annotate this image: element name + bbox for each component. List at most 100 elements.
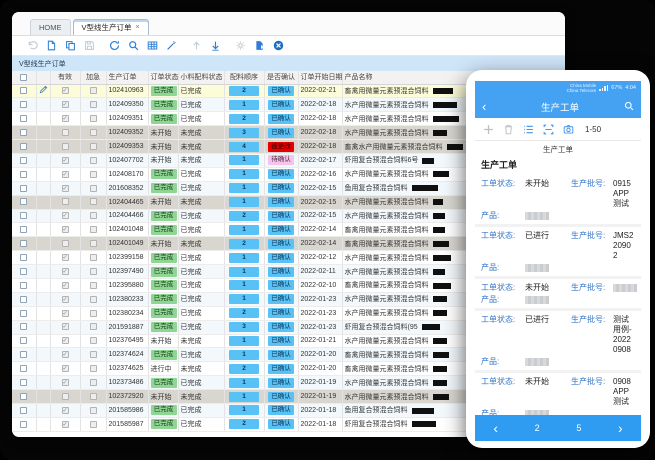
urgent-checkbox[interactable] <box>90 268 97 275</box>
save-icon[interactable] <box>83 40 95 52</box>
urgent-checkbox[interactable] <box>90 351 97 358</box>
col-valid[interactable]: 有效 <box>50 71 80 84</box>
valid-checkbox[interactable] <box>62 157 69 164</box>
row-checkbox[interactable] <box>20 393 27 400</box>
row-checkbox[interactable] <box>20 143 27 150</box>
valid-checkbox[interactable] <box>62 87 69 94</box>
valid-checkbox[interactable] <box>62 337 69 344</box>
arrow-up-icon[interactable] <box>190 40 202 52</box>
row-checkbox[interactable] <box>20 101 27 108</box>
urgent-checkbox[interactable] <box>90 115 97 122</box>
row-checkbox[interactable] <box>20 240 27 247</box>
list-item[interactable]: 工单状态:已进行生产批号:测试用例-20220908产品: <box>475 308 641 370</box>
valid-checkbox[interactable] <box>62 296 69 303</box>
camera-icon[interactable] <box>563 124 574 135</box>
urgent-checkbox[interactable] <box>90 101 97 108</box>
col-status[interactable]: 订单状态 <box>148 71 178 84</box>
arrow-down-icon[interactable] <box>209 40 221 52</box>
urgent-checkbox[interactable] <box>90 323 97 330</box>
urgent-checkbox[interactable] <box>90 171 97 178</box>
col-urgent[interactable]: 加急 <box>80 71 106 84</box>
list-icon[interactable] <box>523 124 534 135</box>
table-grid-icon[interactable] <box>146 40 158 52</box>
valid-checkbox[interactable] <box>62 365 69 372</box>
tab-production-orders[interactable]: V型线生产订单 × <box>73 19 149 35</box>
valid-checkbox[interactable] <box>62 421 69 428</box>
urgent-checkbox[interactable] <box>90 87 97 94</box>
valid-checkbox[interactable] <box>62 240 69 247</box>
urgent-checkbox[interactable] <box>90 143 97 150</box>
urgent-checkbox[interactable] <box>90 296 97 303</box>
row-checkbox[interactable] <box>20 226 27 233</box>
row-checkbox[interactable] <box>20 185 27 192</box>
row-checkbox[interactable] <box>20 212 27 219</box>
valid-checkbox[interactable] <box>62 323 69 330</box>
valid-checkbox[interactable] <box>62 129 69 136</box>
row-checkbox[interactable] <box>20 379 27 386</box>
col-material[interactable]: 小料配料状态 <box>178 71 224 84</box>
urgent-checkbox[interactable] <box>90 185 97 192</box>
row-checkbox[interactable] <box>20 129 27 136</box>
urgent-checkbox[interactable] <box>90 157 97 164</box>
urgent-checkbox[interactable] <box>90 254 97 261</box>
urgent-checkbox[interactable] <box>90 282 97 289</box>
urgent-checkbox[interactable] <box>90 212 97 219</box>
row-checkbox[interactable] <box>20 421 27 428</box>
urgent-checkbox[interactable] <box>90 310 97 317</box>
col-order[interactable]: 生产订单 <box>106 71 148 84</box>
select-all-checkbox[interactable] <box>20 74 27 81</box>
valid-checkbox[interactable] <box>62 351 69 358</box>
edit-row-icon[interactable] <box>39 89 48 96</box>
export-document-icon[interactable] <box>253 40 265 52</box>
valid-checkbox[interactable] <box>62 268 69 275</box>
valid-checkbox[interactable] <box>62 393 69 400</box>
undo-icon[interactable] <box>26 40 38 52</box>
urgent-checkbox[interactable] <box>90 129 97 136</box>
gear-icon[interactable] <box>234 40 246 52</box>
search-icon[interactable] <box>127 40 139 52</box>
row-checkbox[interactable] <box>20 268 27 275</box>
urgent-checkbox[interactable] <box>90 240 97 247</box>
row-checkbox[interactable] <box>20 282 27 289</box>
row-checkbox[interactable] <box>20 115 27 122</box>
row-checkbox[interactable] <box>20 198 27 205</box>
trash-icon[interactable] <box>503 124 514 135</box>
plus-icon[interactable] <box>483 124 494 135</box>
valid-checkbox[interactable] <box>62 212 69 219</box>
valid-checkbox[interactable] <box>62 254 69 261</box>
urgent-checkbox[interactable] <box>90 226 97 233</box>
valid-checkbox[interactable] <box>62 379 69 386</box>
tab-home[interactable]: HOME <box>30 19 71 35</box>
col-seq[interactable]: 配料顺序 <box>224 71 264 84</box>
urgent-checkbox[interactable] <box>90 365 97 372</box>
row-checkbox[interactable] <box>20 365 27 372</box>
col-confirm[interactable]: 是否确认 <box>264 71 298 84</box>
new-document-icon[interactable] <box>45 40 57 52</box>
tab-close-icon[interactable]: × <box>136 24 140 31</box>
list-item[interactable]: 工单状态:已进行生产批号:JMS220902产品: <box>475 224 641 276</box>
valid-checkbox[interactable] <box>62 171 69 178</box>
magic-wand-icon[interactable] <box>165 40 177 52</box>
col-date[interactable]: 订单开始日期 <box>298 71 342 84</box>
list-item[interactable]: 工单状态:未开始生产批号:0915APP测试产品: <box>475 175 641 224</box>
urgent-checkbox[interactable] <box>90 379 97 386</box>
urgent-checkbox[interactable] <box>90 337 97 344</box>
urgent-checkbox[interactable] <box>90 393 97 400</box>
prev-page-icon[interactable]: ‹ <box>493 421 498 435</box>
scan-icon[interactable] <box>543 124 554 135</box>
row-checkbox[interactable] <box>20 171 27 178</box>
valid-checkbox[interactable] <box>62 143 69 150</box>
valid-checkbox[interactable] <box>62 282 69 289</box>
row-checkbox[interactable] <box>20 323 27 330</box>
row-checkbox[interactable] <box>20 407 27 414</box>
phone-search-icon[interactable] <box>624 98 634 116</box>
row-checkbox[interactable] <box>20 310 27 317</box>
urgent-checkbox[interactable] <box>90 407 97 414</box>
list-item[interactable]: 工单状态:未开始生产批号:0908APP测试产品: <box>475 370 641 415</box>
row-checkbox[interactable] <box>20 157 27 164</box>
valid-checkbox[interactable] <box>62 115 69 122</box>
row-checkbox[interactable] <box>20 351 27 358</box>
list-item[interactable]: 工单状态:未开始生产批号:产品: <box>475 276 641 308</box>
row-checkbox[interactable] <box>20 254 27 261</box>
valid-checkbox[interactable] <box>62 310 69 317</box>
